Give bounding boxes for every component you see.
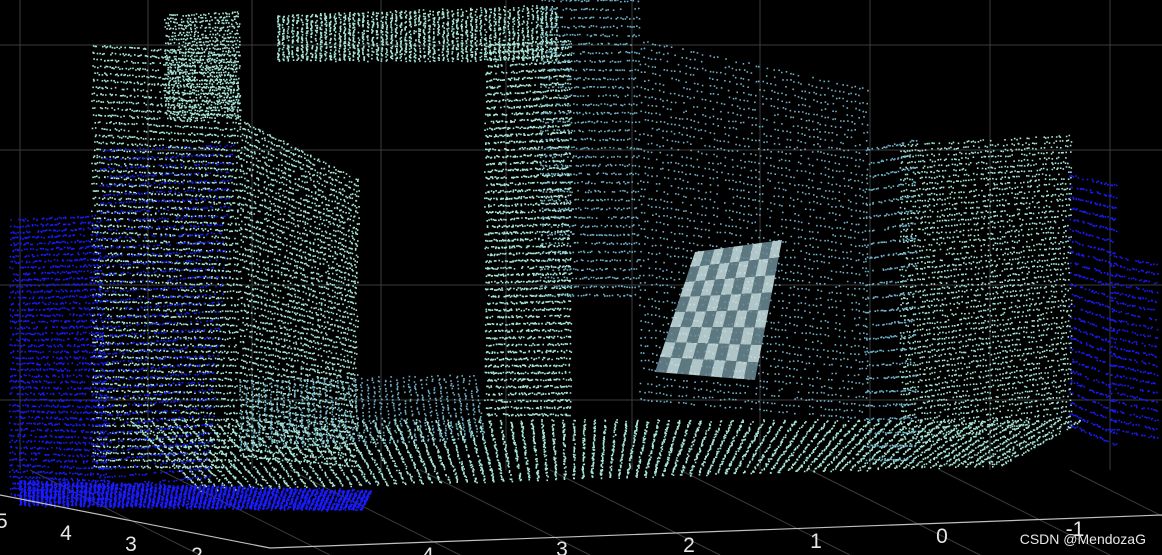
x-tick-label: 2: [683, 534, 695, 555]
x-tick-label: 1: [810, 530, 822, 553]
grid-line: [679, 469, 851, 555]
grid-line: [809, 469, 981, 555]
point-cloud: [9, 0, 1159, 512]
watermark: CSDN @MendozaG: [1019, 531, 1146, 547]
y-tick-label: 2: [191, 544, 203, 555]
tick-labels: 4 3 2 1 0 -1 5 4 3 2: [0, 510, 1084, 555]
checkerboard-target: [655, 240, 782, 380]
point-cloud-points: [239, 0, 918, 462]
axis-grid: [0, 0, 1162, 555]
y-tick-label: 4: [60, 522, 72, 545]
x-tick-label: 4: [422, 544, 434, 555]
point-cloud-plot[interactable]: 4 3 2 1 0 -1 5 4 3 2: [0, 0, 1162, 555]
y-tick-label: 5: [0, 510, 8, 533]
x-tick-label: 0: [936, 525, 948, 548]
y-tick-label: 3: [125, 533, 137, 555]
x-tick-label: 3: [556, 538, 568, 555]
